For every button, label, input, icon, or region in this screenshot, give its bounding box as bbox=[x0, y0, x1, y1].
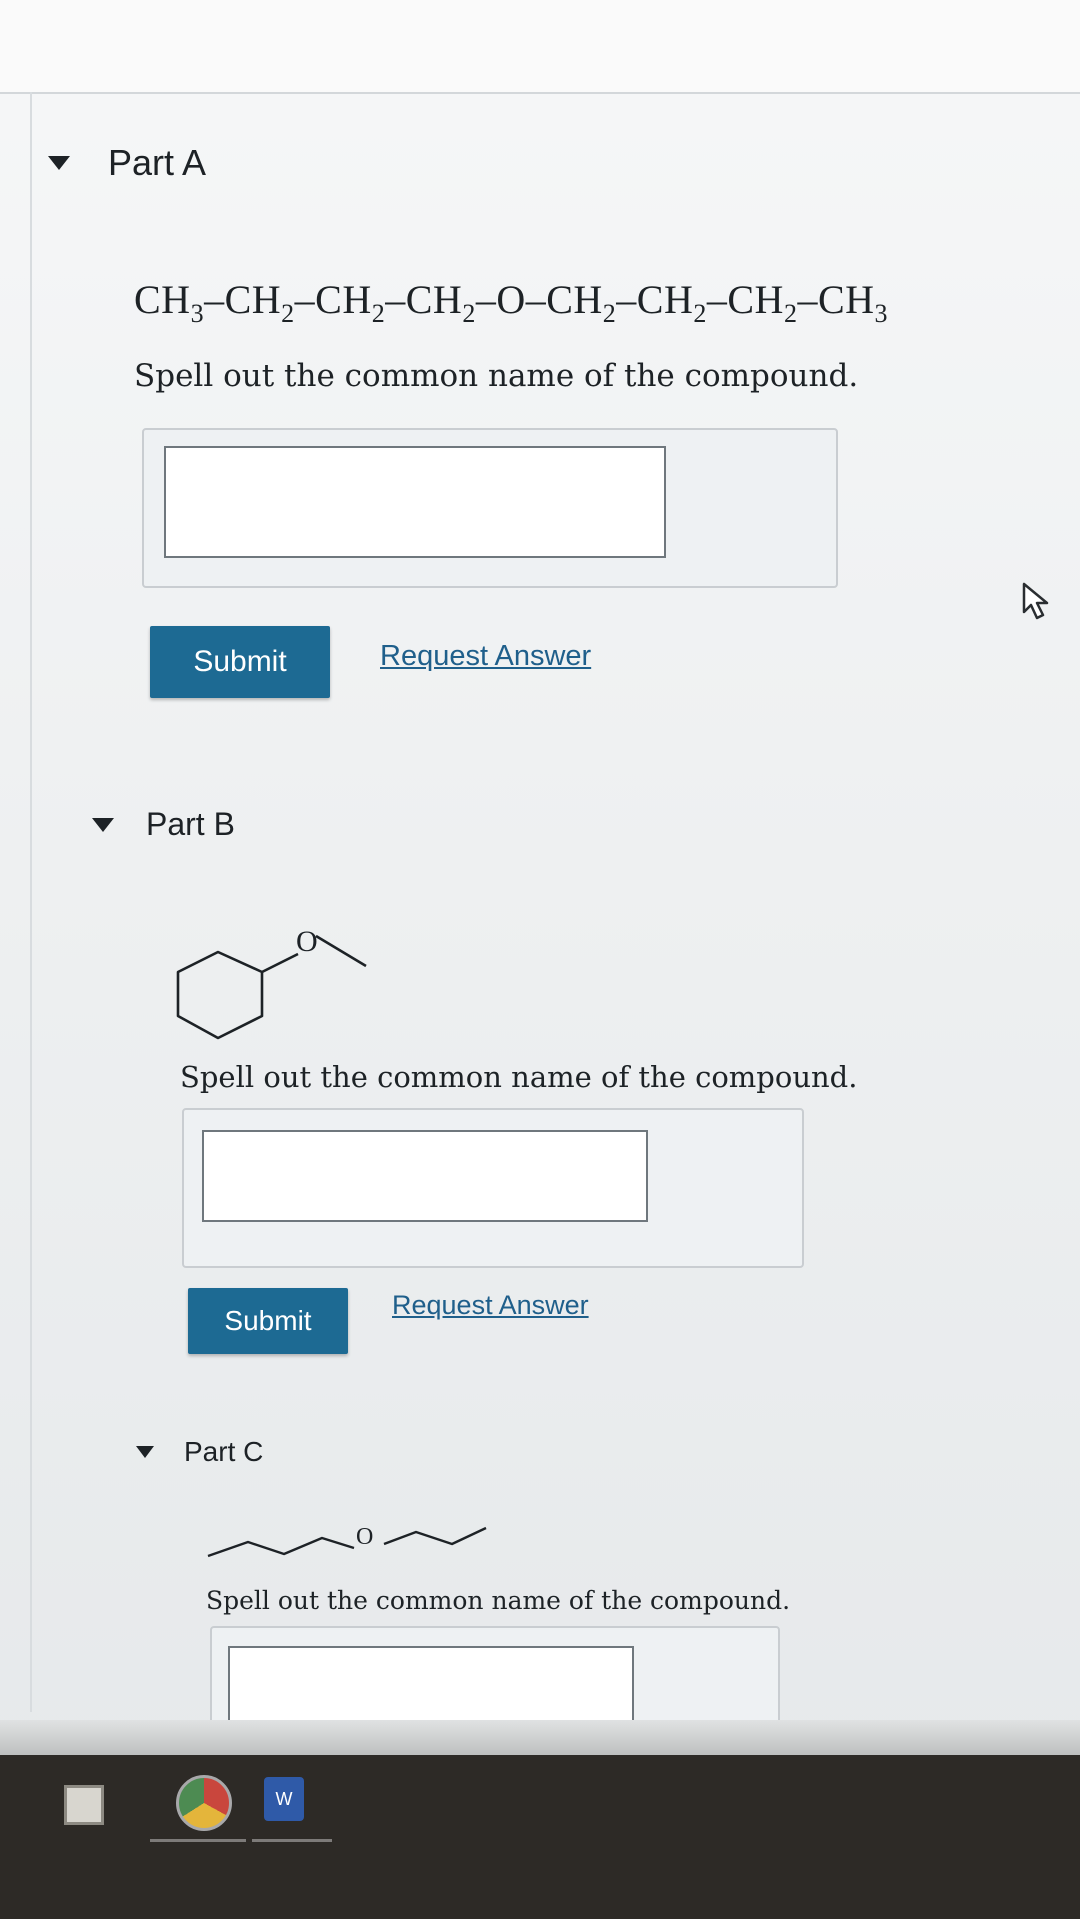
taskbar-edge bbox=[0, 1720, 1080, 1760]
part-b-submit-button[interactable]: Submit bbox=[188, 1288, 348, 1354]
part-b-header[interactable]: Part B bbox=[92, 806, 235, 843]
part-a-request-answer-link[interactable]: Request Answer bbox=[380, 640, 591, 673]
browser-top-area bbox=[0, 0, 1080, 94]
formula-group: CH2 bbox=[636, 277, 707, 328]
part-c-answer-input[interactable] bbox=[228, 1646, 634, 1728]
part-c-title: Part C bbox=[184, 1436, 264, 1467]
caret-down-icon bbox=[48, 156, 70, 170]
formula-bond: – bbox=[294, 277, 316, 322]
formula-bond: – bbox=[475, 277, 497, 322]
formula-bond: – bbox=[706, 277, 728, 322]
part-b-oxygen-label: O bbox=[296, 925, 318, 958]
mouse-pointer-icon bbox=[1022, 582, 1049, 620]
part-b-request-answer-link[interactable]: Request Answer bbox=[392, 1290, 589, 1321]
part-b-title: Part B bbox=[146, 806, 235, 842]
part-c-header[interactable]: Part C bbox=[136, 1436, 263, 1468]
part-a-answer-input[interactable] bbox=[164, 446, 666, 558]
part-a-submit-button[interactable]: Submit bbox=[150, 626, 330, 698]
formula-group: CH3 bbox=[817, 277, 889, 328]
part-b-prompt: Spell out the common name of the compoun… bbox=[180, 1060, 858, 1094]
chrome-icon[interactable] bbox=[176, 1775, 232, 1831]
formula-group: CH2 bbox=[224, 277, 295, 328]
part-a-prompt: Spell out the common name of the compoun… bbox=[134, 358, 859, 394]
part-a-header[interactable]: Part A bbox=[48, 142, 206, 184]
active-app-indicator bbox=[150, 1839, 246, 1842]
part-c-oxygen-label: O bbox=[356, 1524, 373, 1550]
taskbar: W bbox=[0, 1755, 1080, 1919]
formula-bond: – bbox=[385, 277, 406, 322]
active-app-indicator bbox=[252, 1839, 332, 1842]
formula-group: CH2 bbox=[315, 277, 386, 328]
formula-bond: – bbox=[797, 277, 818, 322]
start-icon[interactable] bbox=[64, 1785, 104, 1825]
formula-group: CH2 bbox=[546, 277, 617, 328]
formula-group: CH3 bbox=[134, 277, 205, 328]
formula-bond: – bbox=[525, 277, 547, 322]
caret-down-icon bbox=[92, 817, 114, 832]
part-a-title: Part A bbox=[108, 142, 207, 183]
part-a-formula: CH3–CH2–CH2–CH2–O–CH2–CH2–CH2–CH3 bbox=[134, 276, 888, 329]
part-b-structure-cyclohexyl-methyl-ether: O bbox=[176, 925, 367, 1040]
part-b-answer-input[interactable] bbox=[202, 1130, 648, 1222]
formula-bond: – bbox=[204, 277, 225, 322]
formula-group: CH2 bbox=[727, 277, 798, 328]
part-c-prompt: Spell out the common name of the compoun… bbox=[206, 1586, 791, 1615]
formula-bond: – bbox=[616, 277, 637, 322]
formula-group: CH2 bbox=[405, 277, 476, 328]
page: Part A CH3–CH2–CH2–CH2–O–CH2–CH2–CH2–CH3… bbox=[0, 0, 1080, 1919]
word-icon[interactable]: W bbox=[264, 1777, 304, 1821]
part-c-structure-butyl-ethyl-ether: O bbox=[207, 1524, 487, 1558]
caret-down-icon bbox=[136, 1446, 154, 1458]
content-left-border bbox=[30, 92, 32, 1712]
formula-group: O bbox=[496, 277, 526, 322]
